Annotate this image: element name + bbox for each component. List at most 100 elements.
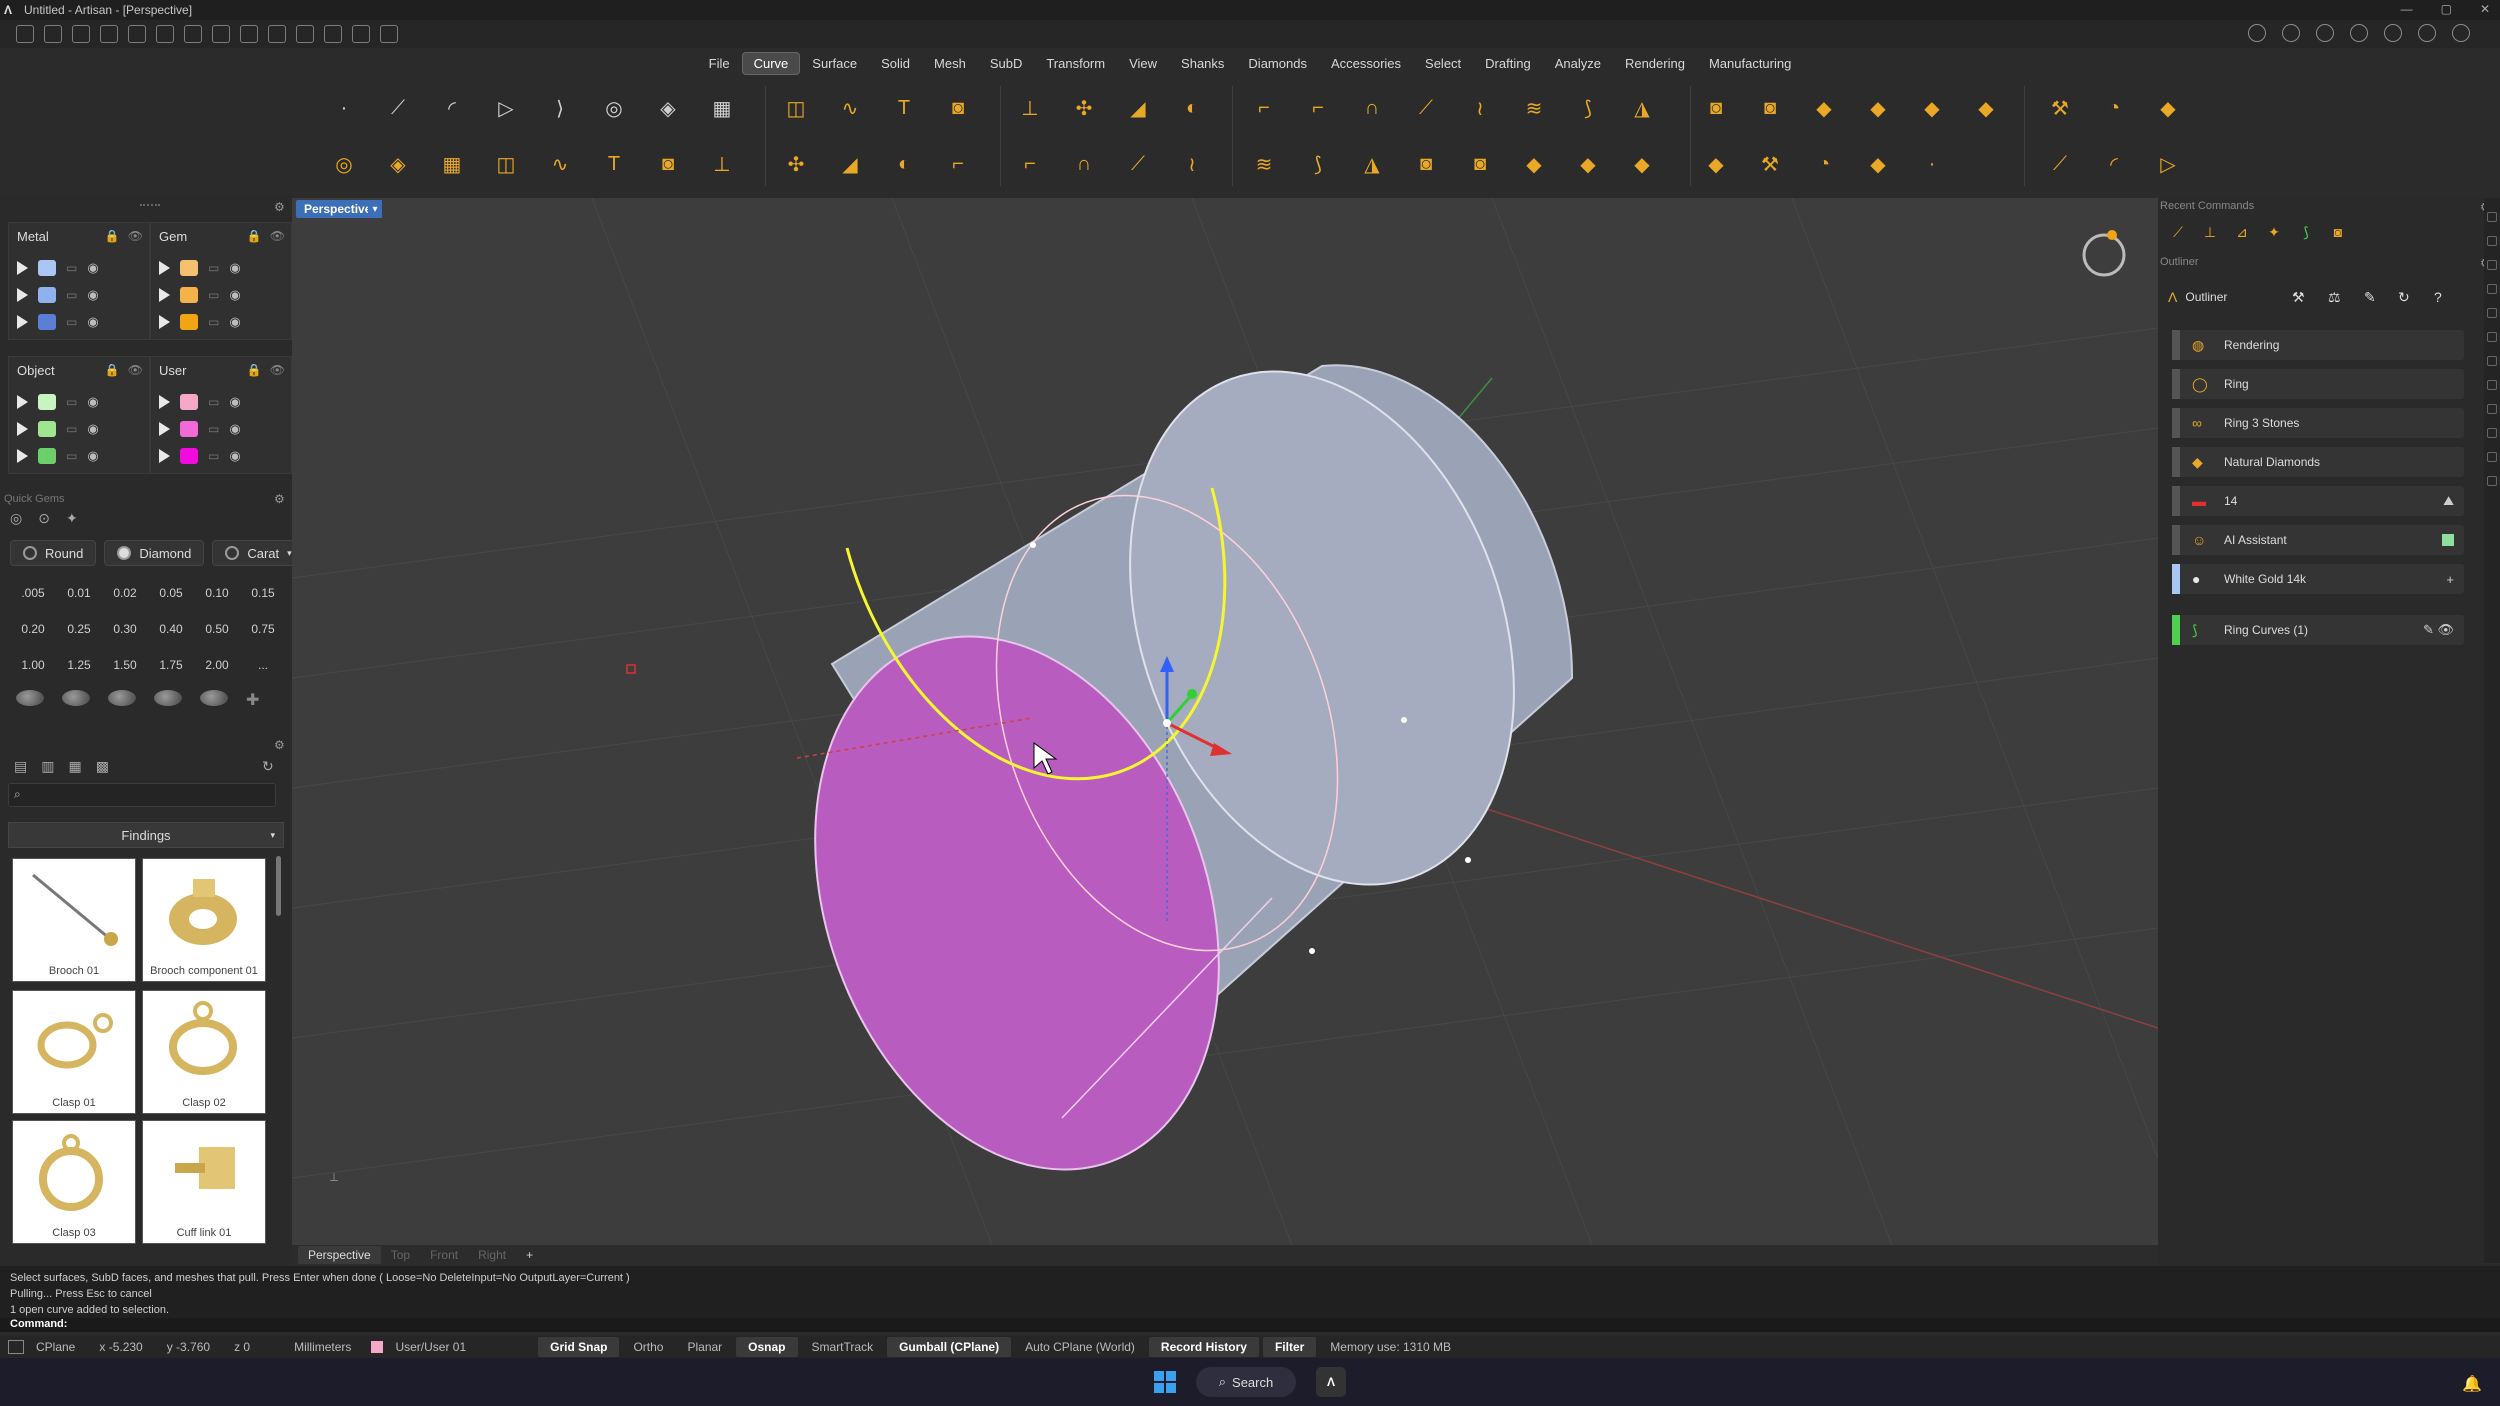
artisan-app-icon[interactable]: Λ xyxy=(1316,1367,1346,1397)
gem-preset-icon[interactable] xyxy=(154,690,182,706)
viewport-tab-top[interactable]: Top xyxy=(381,1246,420,1264)
strip-tool-icon[interactable] xyxy=(2487,260,2497,270)
menu-item-surface[interactable]: Surface xyxy=(800,52,869,75)
eye-icon[interactable]: ◉ xyxy=(229,394,240,410)
expand-icon[interactable] xyxy=(17,422,28,436)
add-icon[interactable]: + xyxy=(2446,572,2454,587)
tool-d-icon[interactable] xyxy=(352,25,370,43)
gem-size-button[interactable]: 0.02 xyxy=(102,578,148,608)
expand-icon[interactable] xyxy=(159,288,170,302)
tool-button-r2-27[interactable]: ◆ xyxy=(1856,142,1900,186)
gem-size-button[interactable]: 0.30 xyxy=(102,614,148,644)
library-category-dropdown[interactable]: Findings ▾ xyxy=(8,822,284,848)
viewport-tab-right[interactable]: Right xyxy=(468,1246,516,1264)
eye-icon[interactable]: ◉ xyxy=(229,448,240,464)
recent-pull-icon[interactable]: ⊥ xyxy=(2200,222,2220,242)
tool-button-r2-2[interactable]: ▦ xyxy=(430,142,474,186)
ring-wizard-icon[interactable] xyxy=(2082,233,2126,277)
menu-item-select[interactable]: Select xyxy=(1413,52,1473,75)
eye-icon[interactable]: ◉ xyxy=(229,260,240,276)
tool-button-r1-23[interactable]: ◮ xyxy=(1620,86,1664,130)
strip-tool-icon[interactable] xyxy=(2487,428,2497,438)
eye-icon[interactable]: ◉ xyxy=(87,421,98,437)
tool-button-r1-14[interactable]: ◢ xyxy=(1116,86,1160,130)
open-folder-icon[interactable] xyxy=(100,25,118,43)
lock-icon[interactable]: ▭ xyxy=(208,288,219,302)
menu-item-file[interactable]: File xyxy=(697,52,742,75)
undo-icon[interactable] xyxy=(128,25,146,43)
tool-button-r1-28[interactable]: ◆ xyxy=(1910,86,1954,130)
control-point[interactable] xyxy=(626,664,636,674)
lock-icon[interactable]: ▭ xyxy=(66,449,77,463)
perspective-viewport[interactable] xyxy=(292,198,2158,1245)
strip-tool-icon[interactable] xyxy=(2487,476,2497,486)
outliner-item[interactable]: ☺ AI Assistant xyxy=(2172,525,2464,555)
eye-icon[interactable]: ◉ xyxy=(87,260,98,276)
tool-button-r2-10[interactable]: ◐ xyxy=(882,142,926,186)
quick-gems-settings-icon[interactable]: ⚙ xyxy=(274,492,285,506)
gem-shape-icon[interactable]: ◎ xyxy=(10,510,22,527)
tool-button-r1-5[interactable]: ◎ xyxy=(592,86,636,130)
panel-settings-icon[interactable]: ⚙ xyxy=(274,200,285,214)
menu-item-drafting[interactable]: Drafting xyxy=(1473,52,1543,75)
lock-icon[interactable]: ▭ xyxy=(66,422,77,436)
tool-button-r1-7[interactable]: ▦ xyxy=(700,86,744,130)
tool-button-r2-20[interactable]: ◙ xyxy=(1458,142,1502,186)
save-as-icon[interactable] xyxy=(212,25,230,43)
gem-size-button[interactable]: 0.10 xyxy=(194,578,240,608)
lock-icon[interactable]: ▭ xyxy=(66,261,77,275)
save-all-icon[interactable] xyxy=(240,25,258,43)
menu-item-accessories[interactable]: Accessories xyxy=(1319,52,1413,75)
recent-gem-icon[interactable]: ✦ xyxy=(2264,222,2284,242)
layer-color-swatch[interactable] xyxy=(38,314,56,330)
eye-icon[interactable]: 👁 xyxy=(128,229,143,243)
status-toggle[interactable]: Record History xyxy=(1148,1337,1259,1357)
gem-size-button[interactable]: .005 xyxy=(10,578,56,608)
expand-icon[interactable] xyxy=(159,261,170,275)
tool-button-r1-9[interactable]: ∿ xyxy=(828,86,872,130)
menu-item-curve[interactable]: Curve xyxy=(741,51,801,75)
menu-item-analyze[interactable]: Analyze xyxy=(1543,52,1613,75)
gem-size-button[interactable]: 2.00 xyxy=(194,650,240,680)
tool-button-r2-23[interactable]: ◆ xyxy=(1620,142,1664,186)
expand-icon[interactable] xyxy=(159,449,170,463)
menu-item-shanks[interactable]: Shanks xyxy=(1169,52,1236,75)
gem-preset-icon[interactable] xyxy=(108,690,136,706)
tool-button-r2-18[interactable]: ◮ xyxy=(1350,142,1394,186)
menu-item-subd[interactable]: SubD xyxy=(978,52,1035,75)
gem-size-button[interactable]: 0.20 xyxy=(10,614,56,644)
help-icon[interactable] xyxy=(2350,24,2368,42)
tool-button-r2-7[interactable]: ⊥ xyxy=(700,142,744,186)
tool-button-r2-26[interactable]: ◔ xyxy=(1802,142,1846,186)
tool-button-r2-21[interactable]: ◆ xyxy=(1512,142,1556,186)
tool-b-icon[interactable] xyxy=(296,25,314,43)
tool-c-icon[interactable] xyxy=(324,25,342,43)
recent-line-icon[interactable]: ⟋ xyxy=(2168,222,2188,242)
tool-button-r2-0[interactable]: ◎ xyxy=(322,142,366,186)
layer-color-swatch[interactable] xyxy=(180,260,198,276)
recent-curve-icon[interactable]: ⟆ xyxy=(2296,222,2316,242)
expand-icon[interactable] xyxy=(159,315,170,329)
minimize-icon[interactable]: — xyxy=(2401,2,2413,16)
lock-icon[interactable]: 🔒 xyxy=(105,229,120,243)
layer-color-swatch[interactable] xyxy=(38,448,56,464)
layer-color-swatch[interactable] xyxy=(38,287,56,303)
tool-button-r1-8[interactable]: ◫ xyxy=(774,86,818,130)
cplane-button[interactable]: CPlane xyxy=(24,1340,87,1354)
tool-button-r2-29[interactable]: ⟋ xyxy=(2038,142,2082,186)
gem-size-button[interactable]: 0.15 xyxy=(240,578,286,608)
eye-icon[interactable]: 👁 xyxy=(270,229,285,243)
tool-button-r1-12[interactable]: ⊥ xyxy=(1008,86,1052,130)
menu-item-manufacturing[interactable]: Manufacturing xyxy=(1697,52,1803,75)
tool-button-r2-12[interactable]: ⌐ xyxy=(1008,142,1052,186)
tool-button-r1-3[interactable]: ▷ xyxy=(484,86,528,130)
status-toggle[interactable]: Grid Snap xyxy=(538,1337,620,1357)
tool-button-r2-6[interactable]: ◙ xyxy=(646,142,690,186)
status-toggle[interactable]: Planar xyxy=(675,1340,734,1354)
add-viewport-button[interactable]: + xyxy=(516,1246,543,1264)
viewport-canvas[interactable] xyxy=(292,198,2158,1245)
gem-size-button[interactable]: 0.75 xyxy=(240,614,286,644)
start-icon[interactable] xyxy=(1154,1371,1176,1393)
gem-size-button[interactable]: 1.00 xyxy=(10,650,56,680)
lock-icon[interactable]: 🔒 xyxy=(247,229,262,243)
